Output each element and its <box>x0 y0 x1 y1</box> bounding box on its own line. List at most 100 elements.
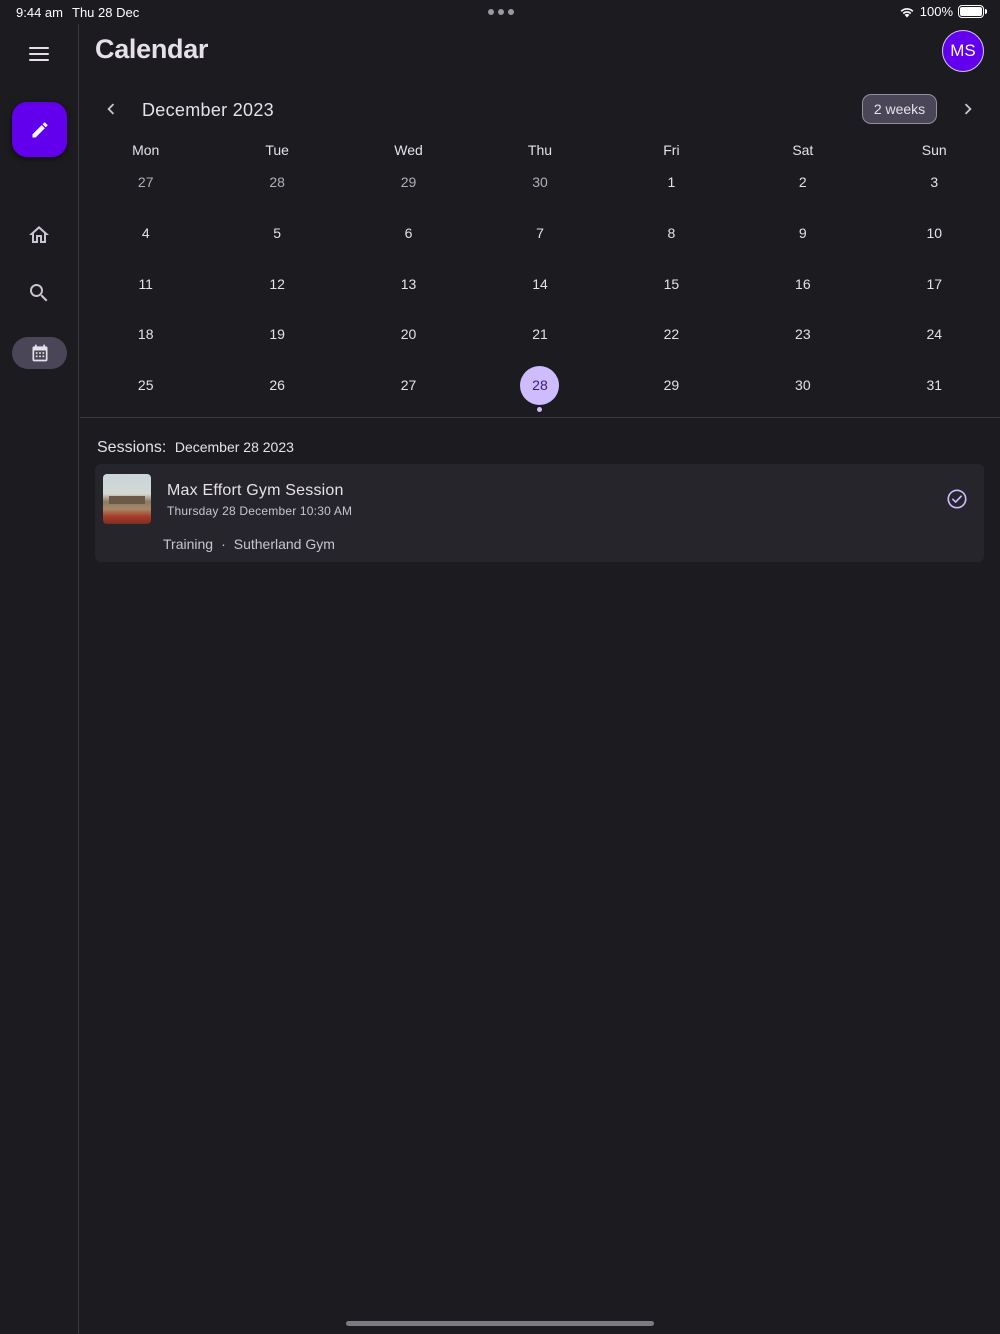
sessions-date: December 28 2023 <box>174 439 294 455</box>
day-number: 2 <box>798 174 807 190</box>
status-date: Thu 28 Dec <box>72 5 140 20</box>
day-number: 29 <box>663 377 680 394</box>
status-bar: 9:44 am Thu 28 Dec 100% <box>0 0 1000 24</box>
calendar-day[interactable]: 6 <box>343 213 474 264</box>
calendar-week-row: 11 12 13 14 15 16 17 <box>80 264 1000 315</box>
calendar-day[interactable]: 22 <box>606 314 737 365</box>
calendar-day[interactable]: 3 <box>869 162 1000 213</box>
session-category: Training <box>163 536 214 552</box>
calendar-day[interactable]: 7 <box>474 213 605 264</box>
calendar-day[interactable]: 30 <box>737 365 868 416</box>
day-number: 3 <box>930 174 939 190</box>
chevron-left-icon <box>107 103 115 115</box>
calendar-day[interactable]: 20 <box>343 314 474 365</box>
wifi-icon <box>900 7 914 17</box>
calendar-week-row: 4 5 6 7 8 9 10 <box>80 213 1000 264</box>
status-time: 9:44 am <box>16 5 63 20</box>
session-card[interactable]: Max Effort Gym Session Thursday 28 Decem… <box>95 464 984 562</box>
calendar-day[interactable]: 15 <box>606 264 737 315</box>
session-thumbnail <box>103 474 151 524</box>
day-number: 30 <box>795 377 811 394</box>
calendar-day[interactable]: 18 <box>80 314 211 365</box>
weekday-label: Fri <box>663 142 680 158</box>
sessions-label: Sessions: <box>97 439 167 456</box>
calendar-day[interactable]: 10 <box>869 213 1000 264</box>
calendar-day[interactable]: 8 <box>606 213 737 264</box>
calendar-day[interactable]: 4 <box>80 213 211 264</box>
navigation-rail <box>0 24 79 1334</box>
calendar-day[interactable]: 21 <box>474 314 605 365</box>
day-number: 21 <box>532 326 548 343</box>
new-session-button[interactable] <box>12 102 67 157</box>
completed-check-icon[interactable] <box>946 488 968 510</box>
calendar-day[interactable]: 2 <box>737 162 868 213</box>
day-number: 28 <box>520 366 560 406</box>
nav-search[interactable] <box>27 281 51 305</box>
sessions-header: Sessions: December 28 2023 <box>97 439 294 457</box>
day-number: 1 <box>667 174 676 190</box>
day-number: 6 <box>404 224 413 241</box>
search-icon <box>30 284 48 302</box>
calendar-day[interactable]: 31 <box>869 365 1000 416</box>
weekday-label: Sat <box>792 142 814 158</box>
calendar-day[interactable]: 27 <box>343 365 474 416</box>
calendar-day[interactable]: 29 <box>606 365 737 416</box>
home-icon <box>29 226 49 243</box>
weekday-header: Mon Tue Wed Thu Fri Sat Sun <box>80 142 1000 162</box>
calendar-day[interactable]: 28 <box>211 162 342 213</box>
day-number: 24 <box>926 326 943 343</box>
weekday-label: Mon <box>132 142 160 158</box>
session-location: Sutherland Gym <box>233 536 335 552</box>
calendar-week-row: 27 28 29 30 1 2 3 <box>80 162 1000 213</box>
calendar-day[interactable]: 27 <box>80 162 211 213</box>
next-month-button[interactable] <box>957 98 979 120</box>
calendar-day[interactable]: 14 <box>474 264 605 315</box>
day-number: 25 <box>137 377 154 394</box>
calendar-day[interactable]: 1 <box>606 162 737 213</box>
meta-separator: · <box>221 536 226 552</box>
calendar-day-selected[interactable]: 28 <box>474 365 605 416</box>
session-meta: Training · Sutherland Gym <box>163 536 335 552</box>
calendar-format-button[interactable]: 2 weeks <box>862 94 937 124</box>
home-indicator[interactable] <box>346 1321 654 1326</box>
day-number: 20 <box>400 326 417 343</box>
day-number: 17 <box>926 275 943 292</box>
battery-icon <box>958 5 987 18</box>
day-number: 12 <box>269 275 285 292</box>
calendar-day[interactable]: 9 <box>737 213 868 264</box>
calendar-day[interactable]: 29 <box>343 162 474 213</box>
day-number: 9 <box>798 224 807 241</box>
calendar-day[interactable]: 25 <box>80 365 211 416</box>
day-number: 27 <box>400 377 417 394</box>
calendar-day[interactable]: 24 <box>869 314 1000 365</box>
calendar-day[interactable]: 19 <box>211 314 342 365</box>
nav-calendar[interactable] <box>12 337 67 369</box>
calendar-day[interactable]: 30 <box>474 162 605 213</box>
pencil-icon <box>32 121 48 137</box>
day-number: 5 <box>273 224 282 241</box>
calendar-day[interactable]: 5 <box>211 213 342 264</box>
weekday-label: Sun <box>921 142 947 158</box>
weekday-label: Tue <box>265 142 289 158</box>
day-number: 16 <box>795 275 811 292</box>
day-number: 23 <box>795 326 811 343</box>
day-number: 22 <box>663 326 680 343</box>
avatar[interactable]: MS <box>942 30 984 72</box>
calendar-day[interactable]: 13 <box>343 264 474 315</box>
page-title: Calendar <box>95 34 209 64</box>
event-marker-dot <box>537 407 543 413</box>
calendar-day[interactable]: 26 <box>211 365 342 416</box>
calendar-day[interactable]: 12 <box>211 264 342 315</box>
nav-home[interactable] <box>27 223 51 247</box>
day-number: 18 <box>137 326 154 343</box>
multitasking-dots-icon[interactable] <box>488 3 514 15</box>
calendar-day[interactable]: 16 <box>737 264 868 315</box>
month-label: December 2023 <box>142 100 274 120</box>
previous-month-button[interactable] <box>100 98 122 120</box>
calendar-day[interactable]: 17 <box>869 264 1000 315</box>
session-title: Max Effort Gym Session <box>167 482 344 499</box>
calendar-day[interactable]: 11 <box>80 264 211 315</box>
calendar-day[interactable]: 23 <box>737 314 868 365</box>
menu-icon[interactable] <box>29 47 49 63</box>
day-number: 19 <box>269 326 285 343</box>
